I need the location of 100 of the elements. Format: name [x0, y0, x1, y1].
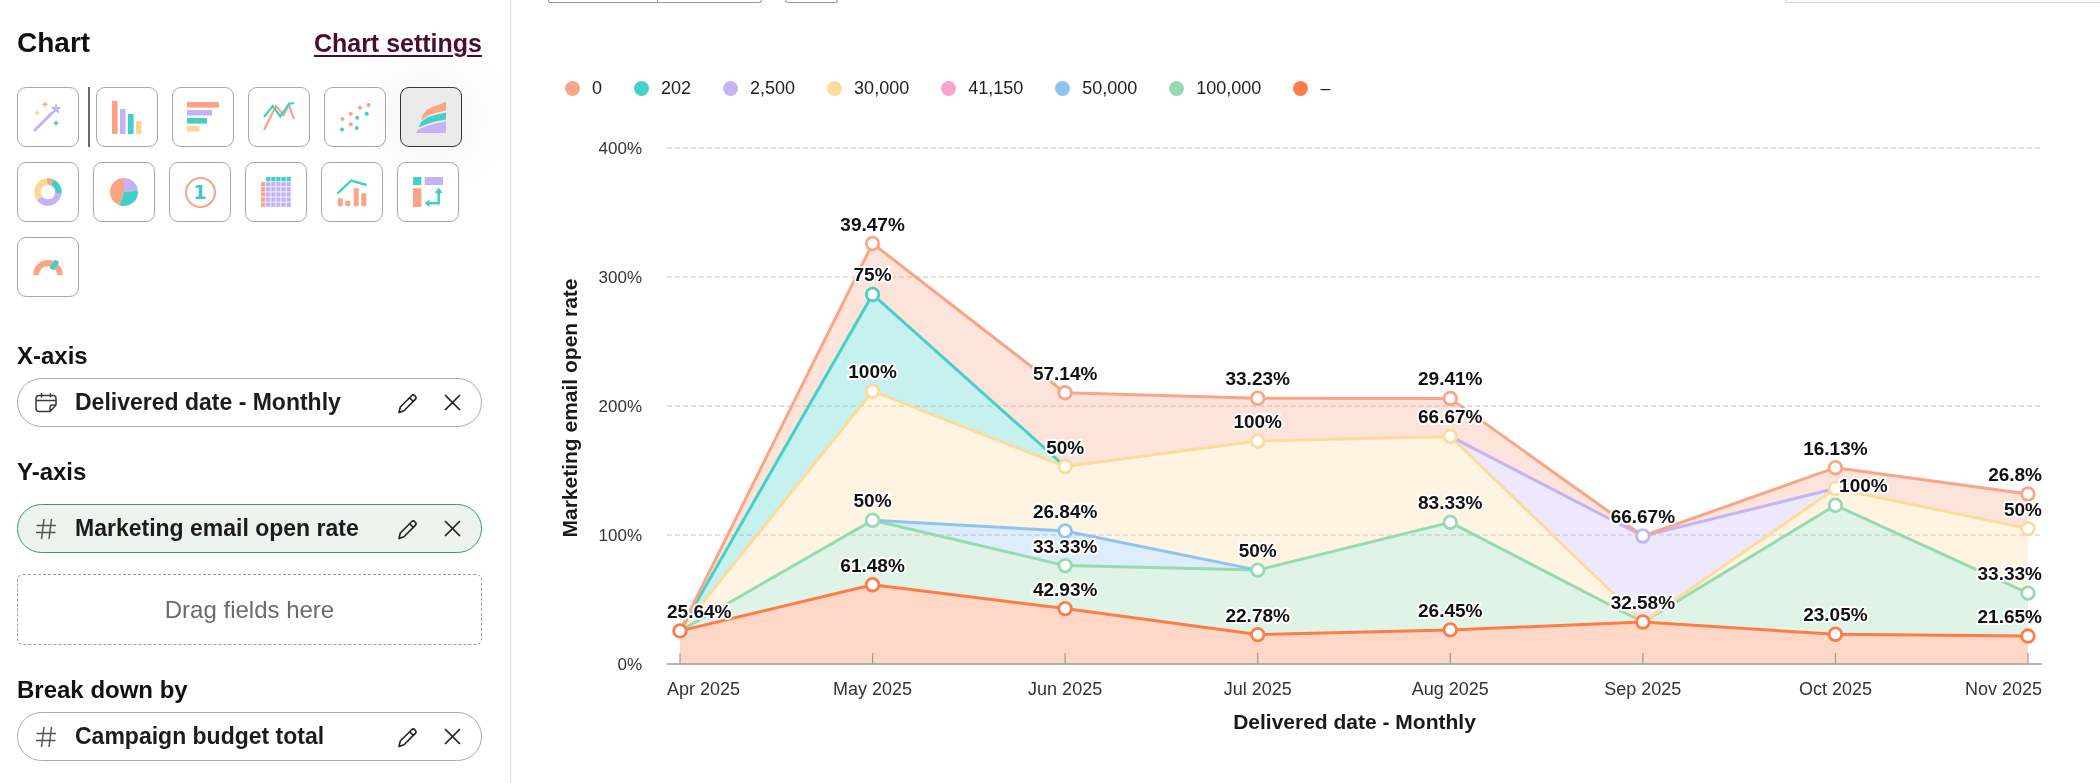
drop-zone: Drag fields here	[17, 574, 482, 645]
close-icon[interactable]	[444, 394, 461, 411]
horizontal-bar-chart-icon	[186, 102, 219, 132]
calendar-icon	[35, 392, 57, 413]
pencil-icon[interactable]	[397, 517, 419, 540]
field-chip[interactable]: Marketing email open rate	[17, 504, 482, 553]
y-tick-label: 0%	[617, 655, 642, 674]
data-point	[1250, 562, 1266, 578]
data-point	[1635, 528, 1651, 544]
data-label: 33.33%	[1977, 563, 2042, 585]
data-label: 83.33%	[1418, 492, 1483, 514]
x-tick-label: May 2025	[833, 679, 913, 699]
field-chip[interactable]: Delivered date - Monthly	[17, 378, 482, 427]
data-point	[1250, 433, 1266, 449]
pencil-icon[interactable]	[397, 391, 419, 414]
section-heading: Y-axis	[17, 457, 87, 487]
legend-item[interactable]: –	[1293, 76, 1331, 100]
data-label: 50%	[1238, 540, 1277, 562]
data-point	[2020, 520, 2036, 537]
donut-chart-icon	[34, 178, 62, 206]
data-point	[1442, 514, 1458, 531]
toolbar-field[interactable]	[1785, 0, 2100, 3]
hash-icon	[35, 725, 57, 748]
y-tick-label: 300%	[598, 268, 642, 287]
data-label: 39.47%	[840, 213, 905, 235]
close-icon[interactable]	[444, 728, 461, 745]
panel-title: Chart	[17, 26, 91, 60]
field-name: Campaign budget total	[75, 723, 325, 750]
x-tick-label: Aug 2025	[1411, 679, 1489, 699]
data-label: 50%	[853, 490, 892, 512]
x-tick-label: Apr 2025	[667, 679, 741, 699]
grid-table-icon	[261, 177, 291, 207]
field-name: Delivered date - Monthly	[75, 389, 341, 416]
toolbar-button[interactable]	[548, 0, 658, 3]
data-label: 50%	[2003, 498, 2042, 520]
data-label: 100%	[1839, 475, 1888, 497]
data-label: 26.84%	[1032, 501, 1098, 522]
legend-item[interactable]: 30,000	[827, 76, 910, 100]
area-chart-icon	[414, 101, 447, 133]
scatter-plot-icon	[338, 102, 371, 132]
legend-item[interactable]: 2,500	[723, 76, 796, 100]
data-point	[1057, 600, 1073, 617]
data-point	[672, 623, 688, 639]
data-point	[1635, 614, 1651, 630]
data-point	[1250, 626, 1266, 643]
section-heading: X-axis	[17, 341, 88, 371]
data-point	[2020, 486, 2036, 502]
data-point	[1442, 622, 1458, 638]
data-label: 33.23%	[1225, 368, 1290, 390]
data-label: 61.48%	[840, 554, 905, 576]
x-tick-label: Jul 2025	[1223, 679, 1292, 699]
toolbar-button[interactable]	[658, 0, 762, 3]
data-label: 33.33%	[1032, 535, 1098, 557]
bar-chart-icon	[111, 100, 142, 134]
legend-item[interactable]: 41,150	[941, 76, 1024, 100]
toolbar-button[interactable]	[785, 0, 838, 3]
data-point	[1057, 523, 1073, 539]
x-tick-label: Nov 2025	[1964, 679, 2042, 699]
data-point	[1057, 557, 1073, 574]
data-point	[1442, 390, 1458, 407]
data-point	[1442, 428, 1458, 445]
data-point	[1250, 390, 1266, 406]
pencil-icon[interactable]	[397, 725, 419, 748]
data-label: 66.67%	[1418, 406, 1483, 428]
data-point	[2020, 628, 2036, 644]
data-point	[864, 286, 881, 303]
data-point	[1057, 385, 1073, 401]
field-name: Marketing email open rate	[75, 515, 359, 542]
legend-item[interactable]: 0	[565, 76, 602, 100]
close-icon[interactable]	[444, 520, 461, 537]
data-label: 23.05%	[1803, 604, 1868, 626]
chart-type-button[interactable]	[399, 87, 462, 147]
legend-item[interactable]: 202	[634, 76, 692, 100]
legend-item[interactable]: 50,000	[1055, 76, 1138, 100]
pie-chart-icon	[110, 178, 138, 206]
x-tick-label: Jun 2025	[1028, 679, 1103, 699]
data-label: 29.41%	[1418, 368, 1483, 390]
data-label: 21.65%	[1977, 606, 2042, 628]
y-tick-label: 200%	[598, 397, 642, 416]
chart-settings-link[interactable]: Chart settings	[313, 27, 482, 59]
data-point	[864, 235, 881, 252]
y-axis-title: Marketing email open rate	[558, 278, 581, 538]
hash-icon	[35, 517, 57, 540]
line-chart-icon	[262, 102, 295, 132]
data-label: 26.45%	[1418, 599, 1483, 621]
data-point	[2020, 585, 2036, 601]
legend-item[interactable]: 100,000	[1169, 76, 1262, 100]
data-label: 16.13%	[1803, 437, 1868, 459]
data-point	[1827, 497, 1844, 513]
data-point	[1827, 626, 1844, 642]
data-point	[864, 383, 881, 399]
y-tick-label: 100%	[598, 526, 642, 545]
magic-wand-icon	[32, 101, 64, 133]
data-point	[1057, 458, 1073, 475]
data-label: 100%	[1233, 411, 1282, 433]
data-label: 42.93%	[1032, 578, 1098, 600]
blocks-arrow-icon	[413, 177, 443, 207]
field-chip[interactable]: Campaign budget total	[17, 712, 482, 761]
y-tick-label: 400%	[598, 139, 642, 158]
number-circle-icon: 1	[184, 176, 216, 208]
